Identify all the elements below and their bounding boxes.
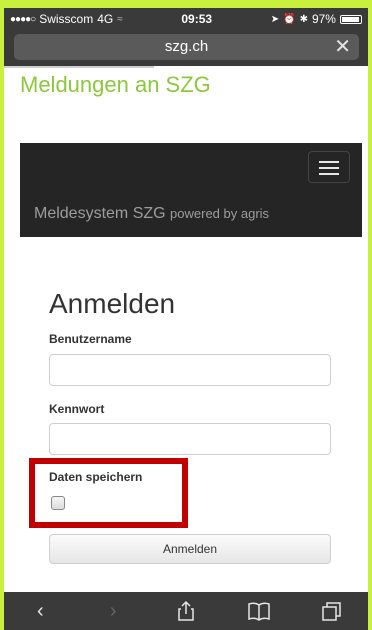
tabs-icon[interactable]: [317, 596, 347, 626]
address-bar[interactable]: szg.ch ✕: [14, 34, 359, 60]
signal-dots-icon: ●●●●○: [10, 13, 36, 25]
browser-toolbar: ‹ ›: [4, 592, 368, 630]
wifi-icon: ≈: [117, 13, 123, 25]
site-navbar: Meldesystem SZG powered by agris: [20, 143, 362, 237]
browser-chrome: szg.ch ✕: [4, 30, 368, 66]
bookmarks-icon[interactable]: [244, 596, 274, 626]
username-input[interactable]: [49, 354, 331, 386]
status-right: ➤ ⏰ ✱ 97%: [271, 12, 362, 26]
status-time: 09:53: [181, 12, 213, 26]
share-icon[interactable]: [171, 596, 201, 626]
alarm-icon: ⏰: [283, 13, 296, 25]
status-left: ●●●●○ Swisscom 4G ≈: [10, 12, 123, 26]
url-text: szg.ch: [164, 38, 209, 55]
close-icon[interactable]: ✕: [334, 34, 351, 60]
bluetooth-icon: ✱: [299, 13, 308, 25]
load-progress-bar: [4, 66, 154, 68]
battery-percent: 97%: [311, 12, 336, 26]
hamburger-menu-icon[interactable]: [308, 151, 350, 183]
battery-icon: [339, 14, 362, 24]
screenshot-frame: ●●●●○ Swisscom 4G ≈ 09:53 ➤ ⏰ ✱ 97% szg.…: [0, 0, 372, 630]
red-highlight-box: [29, 458, 188, 528]
brand-name: Meldesystem SZG: [34, 205, 166, 222]
location-icon: ➤: [270, 13, 280, 25]
back-icon[interactable]: ‹: [25, 596, 55, 626]
login-heading: Anmelden: [49, 288, 176, 319]
login-button[interactable]: Anmelden: [49, 534, 331, 564]
network-type: 4G: [97, 12, 114, 26]
ios-status-bar: ●●●●○ Swisscom 4G ≈ 09:53 ➤ ⏰ ✱ 97%: [4, 8, 368, 30]
navbar-brand[interactable]: Meldesystem SZG powered by agris: [34, 205, 269, 223]
username-label: Benutzername: [49, 332, 132, 346]
password-label: Kennwort: [49, 402, 105, 416]
password-input[interactable]: [49, 423, 331, 455]
forward-icon[interactable]: ›: [98, 596, 128, 626]
carrier-name: Swisscom: [39, 12, 94, 26]
web-page: Meldungen an SZG Meldesystem SZG powered…: [4, 66, 368, 592]
site-title: Meldungen an SZG: [20, 72, 211, 97]
brand-subtitle: powered by agris: [170, 206, 270, 221]
